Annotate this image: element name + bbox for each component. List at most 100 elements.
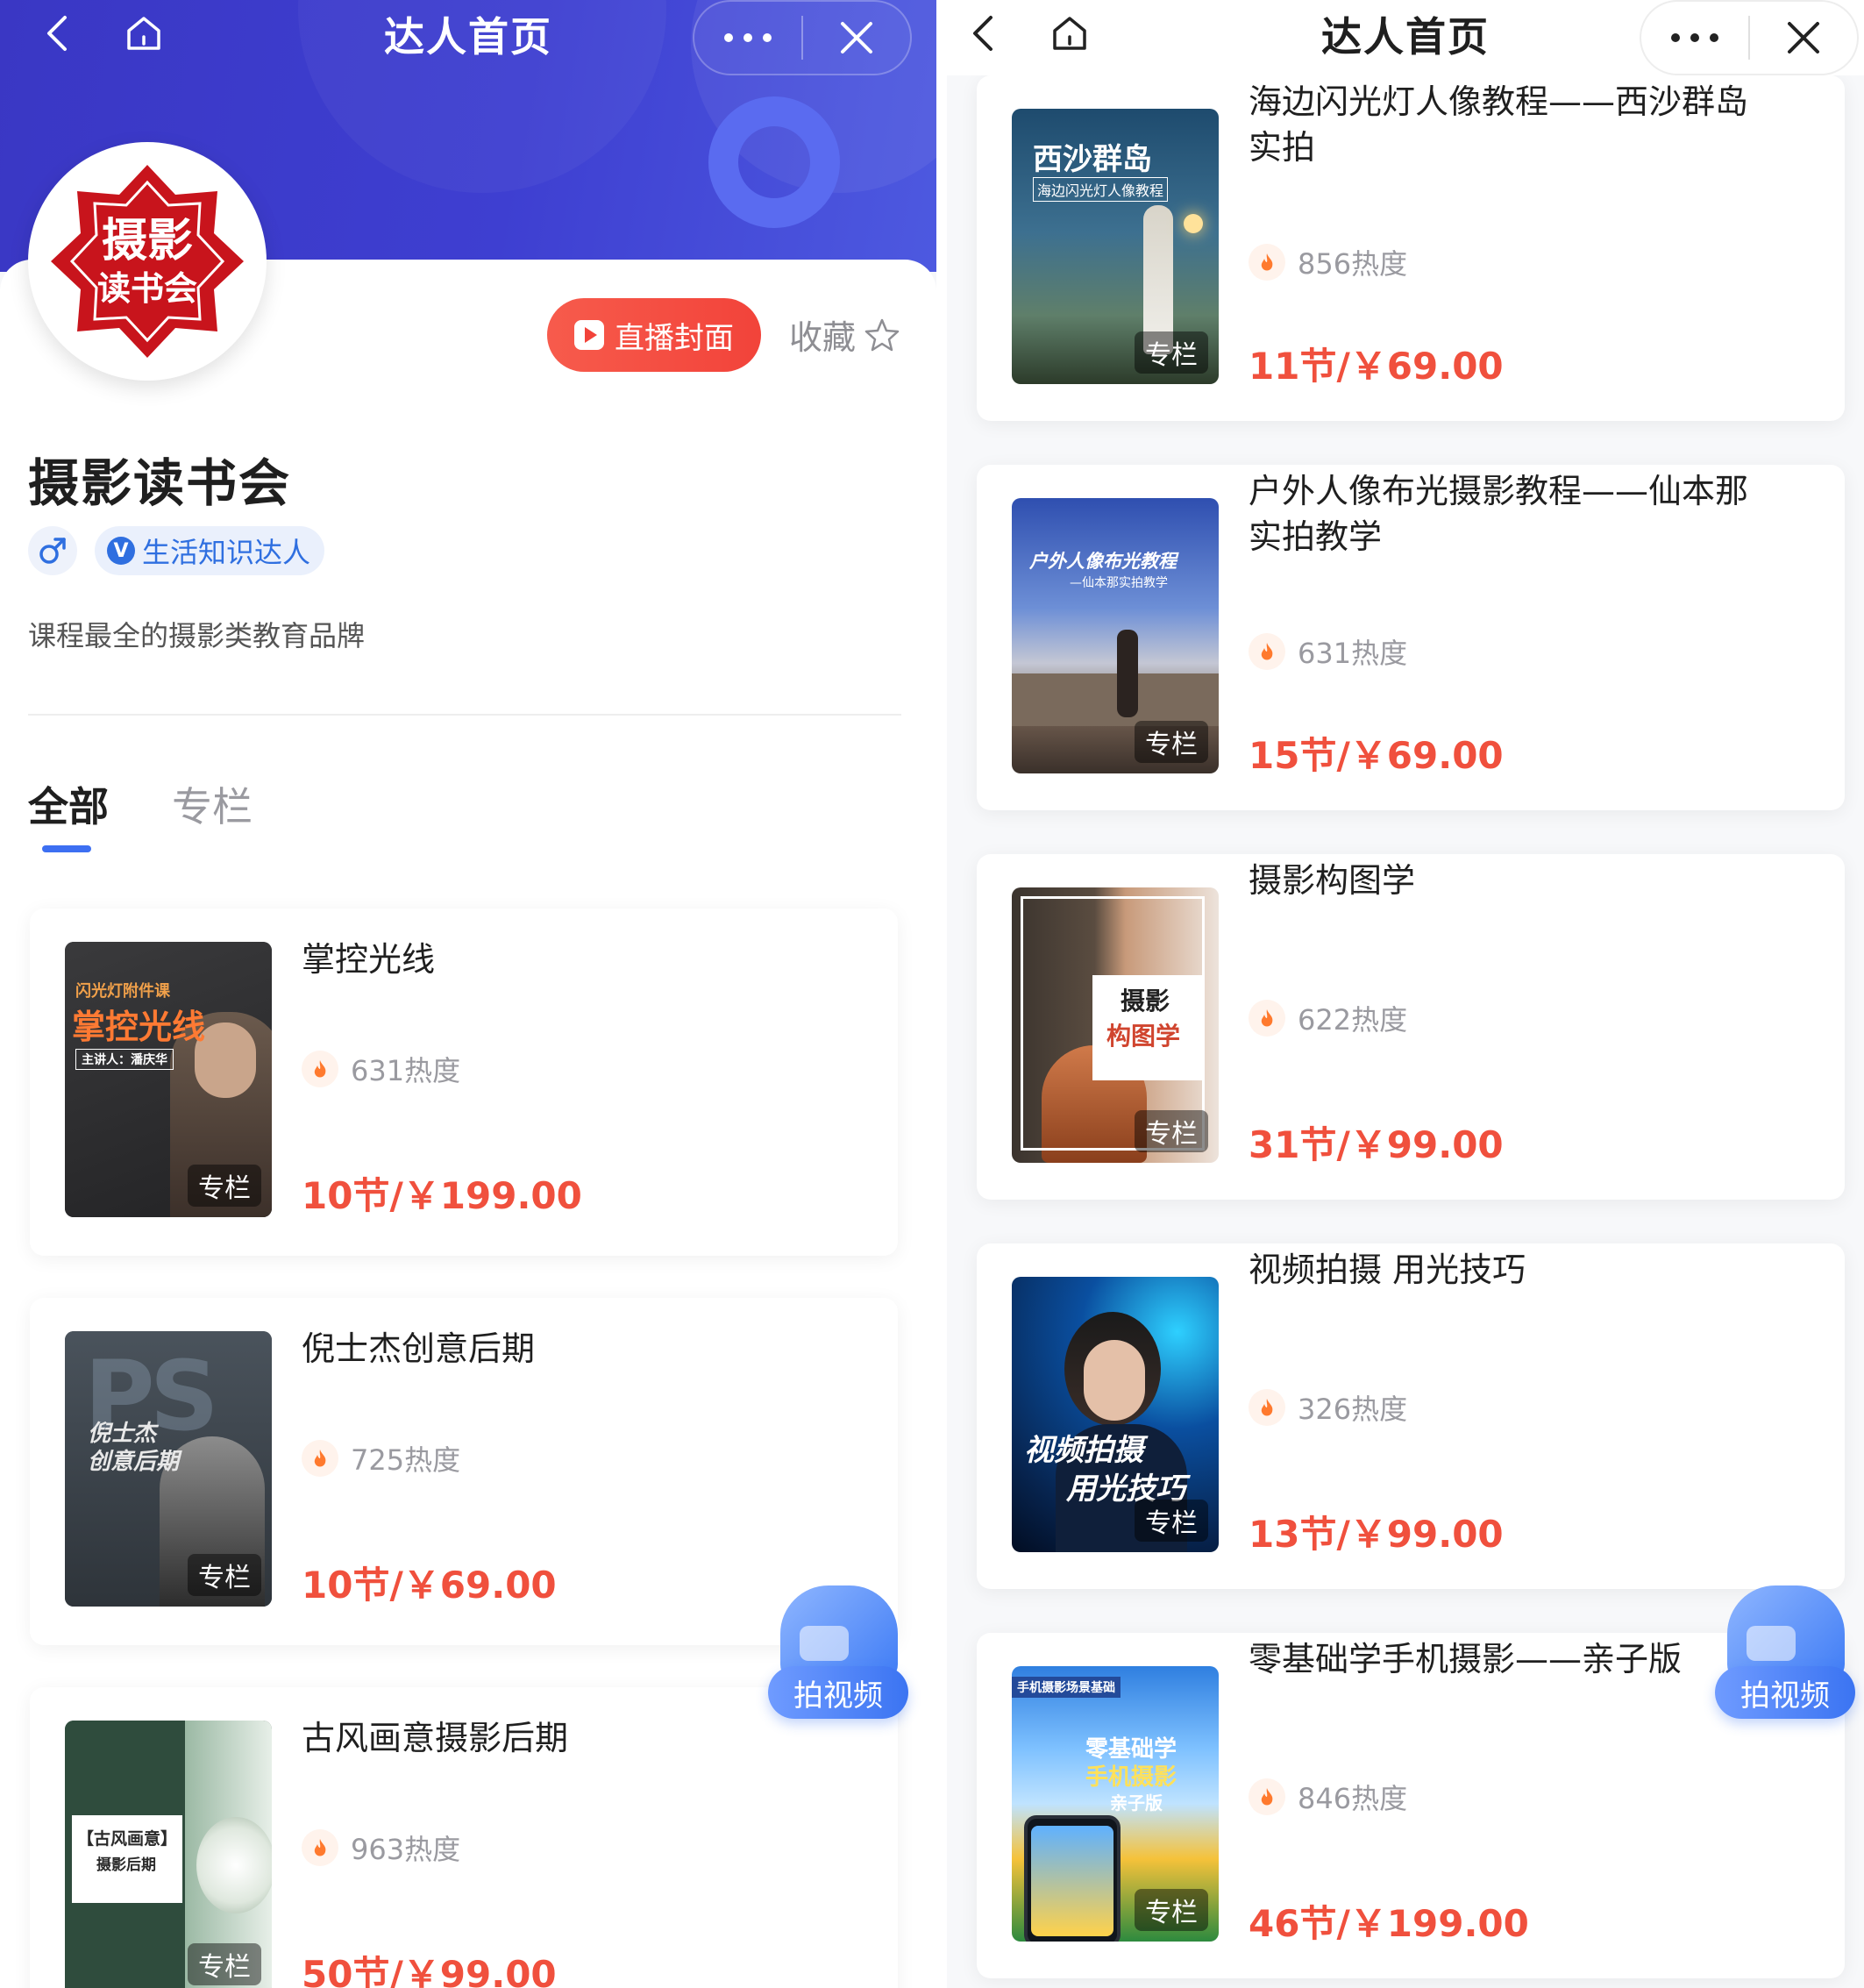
column-tag: 专栏 [1135, 1110, 1208, 1152]
more-icon[interactable] [694, 0, 801, 75]
course-heat-value: 631热度 [351, 1054, 461, 1087]
flame-icon [1249, 633, 1285, 670]
profile-description: 课程最全的摄影类教育品牌 [28, 619, 366, 652]
course-title: 掌控光线 [302, 940, 436, 979]
mini-program-capsule [693, 0, 912, 75]
course-heat-value: 856热度 [1298, 247, 1408, 281]
course-heat-value: 622热度 [1298, 1003, 1408, 1037]
hero-ring-decoration [708, 96, 840, 228]
course-heat: 846热度 [1249, 1777, 1407, 1817]
avatar-text-1: 摄影 [102, 215, 193, 267]
course-heat: 963热度 [302, 1828, 460, 1868]
course-cover: 西沙群岛 海边闪光灯人像教程 专栏 [1012, 109, 1219, 384]
flame-icon [1249, 1389, 1285, 1426]
course-card[interactable]: 闪光灯附件课 掌控光线 主讲人：潘庆华 专栏 掌控光线 631热度 10节/￥1… [30, 908, 898, 1256]
cover-edition: 亲子版 [1110, 1792, 1163, 1813]
cover-title: 摄影 [1121, 987, 1170, 1015]
course-price: 31节/￥99.00 [1249, 1123, 1504, 1166]
shoot-video-button[interactable]: 拍视频 [1715, 1585, 1855, 1719]
flame-icon [302, 1829, 338, 1866]
course-card[interactable]: 【古风画意】 摄影后期 专栏 古风画意摄影后期 963热度 50节/￥99.00 [30, 1687, 898, 1988]
course-heat: 326热度 [1249, 1387, 1407, 1428]
tab-column[interactable]: 专栏 [172, 775, 253, 833]
course-price: 13节/￥99.00 [1249, 1513, 1504, 1556]
divider [28, 714, 901, 716]
course-card[interactable]: 摄影 构图学 专栏 摄影构图学 622热度 31节/￥99.00 [977, 854, 1845, 1200]
close-icon[interactable] [803, 0, 910, 75]
profile-name: 摄影读书会 [28, 453, 292, 513]
live-cover-button[interactable]: 直播封面 [547, 298, 761, 372]
right-screen: 西沙群岛 海边闪光灯人像教程 专栏 海边闪光灯人像教程——西沙群岛 实拍 856… [947, 0, 1864, 1988]
mini-program-capsule [1640, 0, 1859, 75]
course-price: 50节/￥99.00 [302, 1953, 557, 1988]
close-icon[interactable] [1750, 0, 1857, 75]
cover-lecturer: 主讲人：潘庆华 [75, 1049, 174, 1070]
cover-title: 户外人像布光教程 [1029, 551, 1177, 572]
course-card[interactable]: 西沙群岛 海边闪光灯人像教程 专栏 海边闪光灯人像教程——西沙群岛 实拍 856… [977, 75, 1845, 421]
course-title: 古风画意摄影后期 [302, 1719, 569, 1757]
course-title-line: 海边闪光灯人像教程——西沙群岛 [1249, 82, 1749, 121]
course-title: 海边闪光灯人像教程——西沙群岛 实拍 [1249, 79, 1748, 170]
verified-badge: V 生活知识达人 [95, 526, 325, 575]
flame-icon [302, 1440, 338, 1477]
course-title: 倪士杰创意后期 [302, 1329, 536, 1368]
play-icon [574, 320, 604, 350]
course-title-line: 实拍教学 [1249, 517, 1383, 556]
tab-all[interactable]: 全部 [28, 775, 109, 833]
cover-subtitle: 摄影后期 [96, 1856, 156, 1874]
column-tag: 专栏 [188, 1554, 261, 1596]
cover-subtitle: 创意后期 [88, 1449, 180, 1475]
verified-badge-label: 生活知识达人 [142, 536, 311, 569]
flame-icon [1249, 1778, 1285, 1815]
shoot-video-button[interactable]: 拍视频 [768, 1585, 908, 1719]
cover-subtitle: 手机摄影 [1085, 1764, 1177, 1791]
column-tag: 专栏 [1135, 1500, 1208, 1542]
course-title-line: 户外人像布光摄影教程——仙本那 [1249, 472, 1749, 510]
course-price: 10节/￥199.00 [302, 1174, 582, 1217]
column-tag: 专栏 [1135, 721, 1208, 763]
cover-subtitle: 闪光灯附件课 [75, 982, 170, 1001]
star-icon [864, 318, 900, 351]
course-cover: 【古风画意】 摄影后期 专栏 [65, 1721, 272, 1988]
cover-title: 西沙群岛 [1033, 142, 1152, 177]
course-price: 10节/￥69.00 [302, 1564, 557, 1607]
active-tab-indicator [42, 845, 91, 852]
cover-title: 视频拍摄 [1024, 1433, 1143, 1468]
left-screen: 达人首页 摄影 读书会 直播封面 收藏 摄影读书会 V 生活知识达人 课程最全的… [0, 0, 936, 1988]
male-icon [28, 526, 77, 575]
shoot-video-label: 拍视频 [1715, 1666, 1855, 1719]
favorite-label: 收藏 [789, 318, 857, 357]
avatar-logo: 摄影 读书会 [51, 165, 244, 358]
course-card[interactable]: 户外人像布光教程 —仙本那实拍教学 专栏 户外人像布光摄影教程——仙本那 实拍教… [977, 465, 1845, 810]
avatar[interactable]: 摄影 读书会 [28, 142, 267, 381]
cover-subtitle: 海边闪光灯人像教程 [1033, 177, 1169, 202]
course-heat: 725热度 [302, 1438, 460, 1479]
favorite-button[interactable]: 收藏 [789, 310, 900, 359]
flame-icon [1249, 244, 1285, 281]
navigation-bar: 达人首页 [947, 0, 1864, 75]
course-cover: 闪光灯附件课 掌控光线 主讲人：潘庆华 专栏 [65, 942, 272, 1217]
column-tag: 专栏 [188, 1165, 261, 1207]
cover-title: 【古风画意】 [77, 1829, 178, 1849]
live-cover-label: 直播封面 [615, 320, 734, 356]
course-cover: 户外人像布光教程 —仙本那实拍教学 专栏 [1012, 498, 1219, 773]
flame-icon [1249, 1000, 1285, 1037]
course-heat: 622热度 [1249, 998, 1407, 1038]
verified-icon: V [107, 537, 135, 565]
course-cover: 手机摄影场景基础 零基础学 手机摄影 亲子版 专栏 [1012, 1666, 1219, 1942]
cover-subtitle: —仙本那实拍教学 [1070, 576, 1168, 590]
course-title: 视频拍摄 用光技巧 [1249, 1251, 1526, 1289]
column-tag: 专栏 [1135, 331, 1208, 374]
course-cover: 视频拍摄 用光技巧 专栏 [1012, 1277, 1219, 1552]
course-price: 46节/￥199.00 [1249, 1902, 1529, 1945]
course-heat-value: 725热度 [351, 1443, 461, 1477]
course-title-line: 实拍 [1249, 128, 1316, 167]
course-heat-value: 963热度 [351, 1833, 461, 1866]
course-heat-value: 326热度 [1298, 1393, 1408, 1426]
course-heat: 856热度 [1249, 242, 1407, 282]
more-icon[interactable] [1641, 0, 1748, 75]
column-tag: 专栏 [1135, 1889, 1208, 1931]
course-heat-value: 846热度 [1298, 1782, 1408, 1815]
course-title: 零基础学手机摄影——亲子版 [1249, 1640, 1683, 1678]
course-card[interactable]: 视频拍摄 用光技巧 专栏 视频拍摄 用光技巧 326热度 13节/￥99.00 [977, 1243, 1845, 1589]
